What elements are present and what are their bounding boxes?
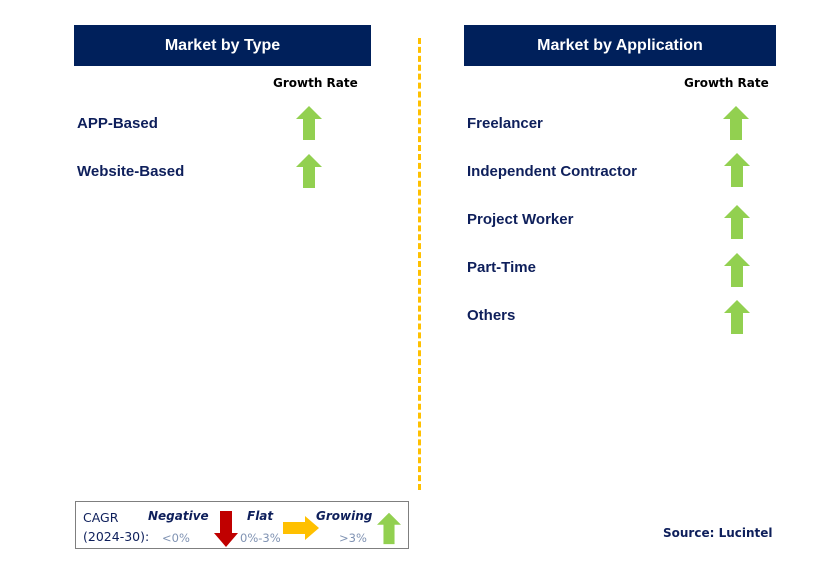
growth-up-arrow-icon xyxy=(724,300,750,334)
legend-growing-range: >3% xyxy=(339,531,367,545)
growth-up-arrow-icon xyxy=(723,106,749,140)
application-item-project-worker: Project Worker xyxy=(467,211,574,228)
panel-divider xyxy=(418,38,421,490)
legend-growing-label: Growing xyxy=(316,509,373,523)
legend-negative-label: Negative xyxy=(148,509,209,523)
source-label: Source: Lucintel xyxy=(663,526,773,540)
legend-flat-range: 0%-3% xyxy=(240,531,281,545)
legend-cagr-label: CAGR xyxy=(83,510,119,525)
growth-up-arrow-icon xyxy=(296,106,322,140)
application-item-freelancer: Freelancer xyxy=(467,115,543,132)
type-item-app-based: APP-Based xyxy=(77,115,158,132)
legend-negative-range: <0% xyxy=(162,531,190,545)
cagr-legend: CAGR (2024-30): Negative <0% Flat 0%-3% … xyxy=(75,501,409,549)
application-item-independent-contractor: Independent Contractor xyxy=(467,163,638,180)
application-item-others: Others xyxy=(467,307,516,324)
application-item-part-time: Part-Time xyxy=(467,259,536,276)
market-by-application-header: Market by Application xyxy=(464,25,776,66)
type-item-website-based: Website-Based xyxy=(77,163,185,180)
legend-cagr-period: (2024-30): xyxy=(83,529,150,544)
growth-up-arrow-icon xyxy=(724,205,750,239)
growth-rate-label-left: Growth Rate xyxy=(273,76,358,90)
growth-rate-label-right: Growth Rate xyxy=(684,76,769,90)
growth-up-arrow-icon xyxy=(724,153,750,187)
legend-flat-label: Flat xyxy=(247,509,274,523)
growth-up-arrow-icon xyxy=(724,253,750,287)
arrow-down-icon xyxy=(214,511,238,547)
market-by-type-header: Market by Type xyxy=(74,25,371,66)
arrow-right-icon xyxy=(283,516,319,540)
arrow-up-icon xyxy=(377,512,401,545)
growth-up-arrow-icon xyxy=(296,154,322,188)
